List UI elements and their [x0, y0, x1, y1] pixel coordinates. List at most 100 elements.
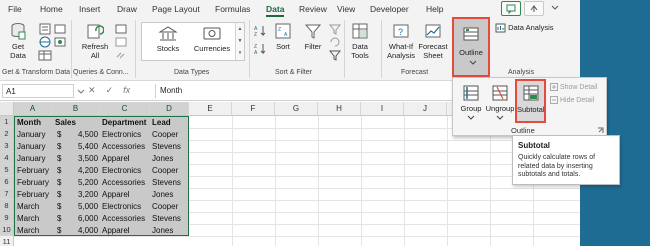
sort-a-z-icon[interactable]: AZ [254, 24, 268, 37]
cell-sales[interactable]: 4,200 [78, 165, 98, 177]
cell-department[interactable]: Electronics [102, 129, 141, 141]
cell-lead[interactable]: Stevens [152, 141, 181, 153]
cell-header-lead[interactable]: Lead [152, 117, 171, 129]
cancel-icon[interactable]: ✕ [88, 85, 96, 95]
data-tools-button[interactable]: Data Tools [348, 22, 372, 60]
cell-lead[interactable]: Jones [152, 189, 173, 201]
row-header[interactable]: 3 [0, 140, 14, 152]
properties-icon[interactable] [114, 36, 128, 48]
currencies-button[interactable]: Currencies [190, 26, 234, 53]
tab-insert[interactable]: Insert [79, 4, 100, 14]
dialog-launcher-icon[interactable] [597, 127, 604, 134]
cell-lead[interactable]: Jones [152, 225, 173, 237]
formula-input[interactable]: Month [155, 84, 455, 98]
stocks-button[interactable]: Stocks [148, 26, 188, 53]
clear-filter-icon[interactable] [328, 23, 342, 35]
row-header[interactable]: 1 [0, 116, 14, 128]
cell-sales[interactable]: 6,000 [78, 213, 98, 225]
advanced-filter-icon[interactable] [328, 49, 342, 61]
gallery-scroll[interactable]: ▲ ▼ ▾ [235, 23, 244, 60]
tab-home[interactable]: Home [40, 4, 63, 14]
column-header-e[interactable]: E [189, 102, 232, 116]
tab-file[interactable]: File [8, 4, 22, 14]
cell-department[interactable]: Apparel [102, 225, 130, 237]
cell-lead[interactable]: Stevens [152, 177, 181, 189]
column-header-f[interactable]: F [232, 102, 275, 116]
cell-lead[interactable]: Cooper [152, 201, 178, 213]
more-button[interactable] [549, 2, 561, 14]
tab-developer[interactable]: Developer [370, 4, 409, 14]
share-button[interactable] [524, 1, 544, 16]
filter-button[interactable]: Filter [302, 22, 324, 51]
forecast-sheet-button[interactable]: Forecast Sheet [418, 22, 448, 60]
cell-department[interactable]: Accessories [102, 177, 145, 189]
column-header-j[interactable]: J [404, 102, 447, 116]
cell-department[interactable]: Electronics [102, 165, 141, 177]
cell-department[interactable]: Accessories [102, 213, 145, 225]
column-header-h[interactable]: H [318, 102, 361, 116]
cell-sales[interactable]: 4,000 [78, 225, 98, 237]
hide-detail-button[interactable]: Hide Detail [550, 96, 594, 104]
get-data-button[interactable]: Get Data [6, 22, 30, 60]
tab-page-layout[interactable]: Page Layout [152, 4, 200, 14]
cell-lead[interactable]: Stevens [152, 213, 181, 225]
name-box[interactable]: A1 [2, 84, 74, 98]
queries-icon[interactable] [114, 23, 128, 35]
cell-month[interactable]: March [17, 201, 39, 213]
row-header[interactable]: 5 [0, 164, 14, 176]
cell-sales[interactable]: 5,400 [78, 141, 98, 153]
enter-icon[interactable]: ✓ [106, 85, 114, 95]
row-header[interactable]: 10 [0, 224, 14, 236]
cell-month[interactable]: March [17, 225, 39, 237]
column-header-c[interactable]: C [100, 102, 150, 116]
select-all-corner[interactable] [0, 102, 14, 116]
insert-function-icon[interactable]: fx [123, 85, 130, 95]
cell-sales[interactable]: 5,200 [78, 177, 98, 189]
edit-links-icon[interactable] [114, 49, 128, 61]
column-header-a[interactable]: A [14, 102, 52, 116]
row-header[interactable]: 11 [0, 236, 14, 246]
row-header[interactable]: 8 [0, 200, 14, 212]
column-header-g[interactable]: G [275, 102, 318, 116]
tab-formulas[interactable]: Formulas [215, 4, 250, 14]
group-button[interactable]: Group [458, 82, 484, 122]
cell-month[interactable]: February [17, 189, 49, 201]
cell-lead[interactable]: Cooper [152, 129, 178, 141]
cell-department[interactable]: Accessories [102, 141, 145, 153]
chevron-down-icon[interactable] [77, 89, 85, 95]
tab-review[interactable]: Review [299, 4, 327, 14]
cell-month[interactable]: March [17, 213, 39, 225]
ungroup-button[interactable]: Ungroup [485, 82, 515, 122]
show-detail-button[interactable]: Show Detail [550, 83, 597, 91]
cell-department[interactable]: Apparel [102, 189, 130, 201]
outline-button[interactable]: Outline [452, 17, 490, 77]
cell-lead[interactable]: Jones [152, 153, 173, 165]
cell-month[interactable]: January [17, 153, 45, 165]
cell-department[interactable]: Electronics [102, 201, 141, 213]
cell-sales[interactable]: 3,500 [78, 153, 98, 165]
cell-month[interactable]: February [17, 177, 49, 189]
cell-sales[interactable]: 3,200 [78, 189, 98, 201]
cell-header-department[interactable]: Department [102, 117, 146, 129]
comments-button[interactable] [501, 1, 521, 16]
tab-draw[interactable]: Draw [117, 4, 137, 14]
column-header-d[interactable]: D [150, 102, 189, 116]
refresh-all-button[interactable]: Refresh All [80, 22, 110, 60]
reapply-icon[interactable] [328, 36, 342, 48]
cell-sales[interactable]: 5,000 [78, 201, 98, 213]
from-text-icon[interactable] [38, 23, 52, 35]
from-table-icon[interactable] [38, 49, 52, 61]
subtotal-button[interactable]: Subtotal [515, 79, 546, 123]
cell-header-month[interactable]: Month [17, 117, 41, 129]
what-if-analysis-button[interactable]: ? What-If Analysis [386, 22, 416, 60]
sort-button[interactable]: ZA Sort [272, 22, 294, 51]
row-header[interactable]: 9 [0, 212, 14, 224]
tab-help[interactable]: Help [426, 4, 443, 14]
existing-connections-icon[interactable] [53, 36, 67, 48]
cell-month[interactable]: January [17, 129, 45, 141]
from-web-icon[interactable] [38, 36, 52, 48]
column-header-b[interactable]: B [52, 102, 100, 116]
cell-sales[interactable]: 4,500 [78, 129, 98, 141]
tab-view[interactable]: View [337, 4, 355, 14]
data-analysis-button[interactable]: Data Analysis [495, 23, 554, 33]
